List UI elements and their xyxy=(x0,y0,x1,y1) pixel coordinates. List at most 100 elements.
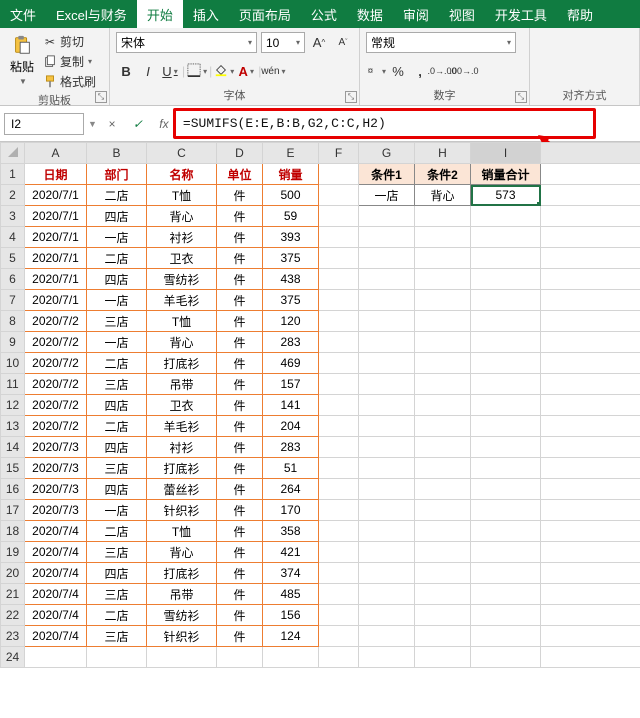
font-color-button[interactable]: A ▾ xyxy=(236,61,256,81)
cell[interactable] xyxy=(359,437,415,458)
cell[interactable]: 三店 xyxy=(87,374,147,395)
italic-button[interactable]: I xyxy=(138,61,158,81)
row-header[interactable]: 12 xyxy=(1,395,25,416)
row-header[interactable]: 20 xyxy=(1,563,25,584)
shrink-font-button[interactable]: Aˇ xyxy=(333,32,353,52)
paste-button[interactable]: 粘贴 ▼ xyxy=(6,32,38,88)
cell[interactable]: 2020/7/3 xyxy=(25,437,87,458)
cell[interactable]: T恤 xyxy=(147,521,217,542)
cell[interactable]: 三店 xyxy=(87,626,147,647)
cell[interactable]: 四店 xyxy=(87,563,147,584)
grow-font-button[interactable]: A^ xyxy=(309,32,329,52)
cell[interactable]: 2020/7/2 xyxy=(25,374,87,395)
cell[interactable]: 四店 xyxy=(87,206,147,227)
cell[interactable]: 2020/7/4 xyxy=(25,563,87,584)
cell[interactable] xyxy=(319,374,359,395)
cell[interactable]: 四店 xyxy=(87,395,147,416)
cell[interactable]: 雪纺衫 xyxy=(147,605,217,626)
cell[interactable] xyxy=(541,521,640,542)
row-header[interactable]: 22 xyxy=(1,605,25,626)
cell[interactable]: 170 xyxy=(263,500,319,521)
cell[interactable] xyxy=(471,332,541,353)
cell[interactable]: 件 xyxy=(217,248,263,269)
row-header[interactable]: 13 xyxy=(1,416,25,437)
cell[interactable]: 件 xyxy=(217,311,263,332)
cell[interactable] xyxy=(415,458,471,479)
cell[interactable] xyxy=(319,206,359,227)
cell[interactable]: 销量 xyxy=(263,164,319,185)
row-header[interactable]: 18 xyxy=(1,521,25,542)
cell[interactable]: 一店 xyxy=(87,500,147,521)
cell[interactable] xyxy=(541,563,640,584)
font-name-select[interactable]: 宋体▾ xyxy=(116,32,257,53)
cell[interactable] xyxy=(319,290,359,311)
col-header-C[interactable]: C xyxy=(147,143,217,164)
cell[interactable]: 件 xyxy=(217,521,263,542)
cell[interactable]: 二店 xyxy=(87,185,147,206)
cell[interactable]: 2020/7/3 xyxy=(25,500,87,521)
cell[interactable]: 二店 xyxy=(87,416,147,437)
cell[interactable]: 283 xyxy=(263,437,319,458)
row-header[interactable]: 23 xyxy=(1,626,25,647)
cell[interactable]: 264 xyxy=(263,479,319,500)
cell[interactable]: 四店 xyxy=(87,479,147,500)
cell[interactable] xyxy=(319,248,359,269)
cell[interactable] xyxy=(263,647,319,668)
cell[interactable] xyxy=(359,206,415,227)
cell[interactable] xyxy=(471,248,541,269)
cell[interactable]: 三店 xyxy=(87,311,147,332)
cell[interactable] xyxy=(359,542,415,563)
row-header[interactable]: 1 xyxy=(1,164,25,185)
cell[interactable]: 358 xyxy=(263,521,319,542)
cell[interactable]: 2020/7/2 xyxy=(25,353,87,374)
clipboard-launcher[interactable]: ⤡ xyxy=(95,91,107,103)
row-header[interactable]: 11 xyxy=(1,374,25,395)
cell[interactable] xyxy=(359,500,415,521)
cell[interactable] xyxy=(359,290,415,311)
cell[interactable] xyxy=(319,563,359,584)
percent-button[interactable]: % xyxy=(388,61,408,81)
cell[interactable] xyxy=(415,227,471,248)
cell[interactable]: 374 xyxy=(263,563,319,584)
cell[interactable]: 469 xyxy=(263,353,319,374)
cell[interactable]: 衬衫 xyxy=(147,437,217,458)
cell[interactable]: 背心 xyxy=(415,185,471,206)
row-header[interactable]: 5 xyxy=(1,248,25,269)
cell[interactable] xyxy=(319,647,359,668)
cell[interactable]: 375 xyxy=(263,248,319,269)
cell[interactable] xyxy=(147,647,217,668)
cell[interactable] xyxy=(359,563,415,584)
cell[interactable]: 51 xyxy=(263,458,319,479)
cell[interactable] xyxy=(415,563,471,584)
bold-button[interactable]: B xyxy=(116,61,136,81)
cell[interactable]: 2020/7/4 xyxy=(25,542,87,563)
cell[interactable] xyxy=(471,437,541,458)
cell[interactable]: 打底衫 xyxy=(147,353,217,374)
cell[interactable] xyxy=(415,479,471,500)
cell[interactable]: 件 xyxy=(217,563,263,584)
cell[interactable]: 雪纺衫 xyxy=(147,269,217,290)
cell[interactable]: 针织衫 xyxy=(147,626,217,647)
row-header[interactable]: 7 xyxy=(1,290,25,311)
cell[interactable] xyxy=(541,185,640,206)
row-header[interactable]: 4 xyxy=(1,227,25,248)
row-header[interactable]: 19 xyxy=(1,542,25,563)
cell[interactable] xyxy=(541,290,640,311)
cell[interactable]: 204 xyxy=(263,416,319,437)
cell[interactable] xyxy=(541,248,640,269)
cell[interactable] xyxy=(319,626,359,647)
row-header[interactable]: 24 xyxy=(1,647,25,668)
cell[interactable] xyxy=(415,542,471,563)
cell[interactable] xyxy=(541,353,640,374)
cell[interactable] xyxy=(471,626,541,647)
cell[interactable]: 四店 xyxy=(87,437,147,458)
cell[interactable]: 衬衫 xyxy=(147,227,217,248)
cell[interactable] xyxy=(319,227,359,248)
cell[interactable]: 一店 xyxy=(87,332,147,353)
cell[interactable]: 背心 xyxy=(147,206,217,227)
cell[interactable]: 条件2 xyxy=(415,164,471,185)
col-header-F[interactable]: F xyxy=(319,143,359,164)
col-header-B[interactable]: B xyxy=(87,143,147,164)
cell[interactable] xyxy=(359,626,415,647)
select-all-corner[interactable] xyxy=(1,143,25,164)
